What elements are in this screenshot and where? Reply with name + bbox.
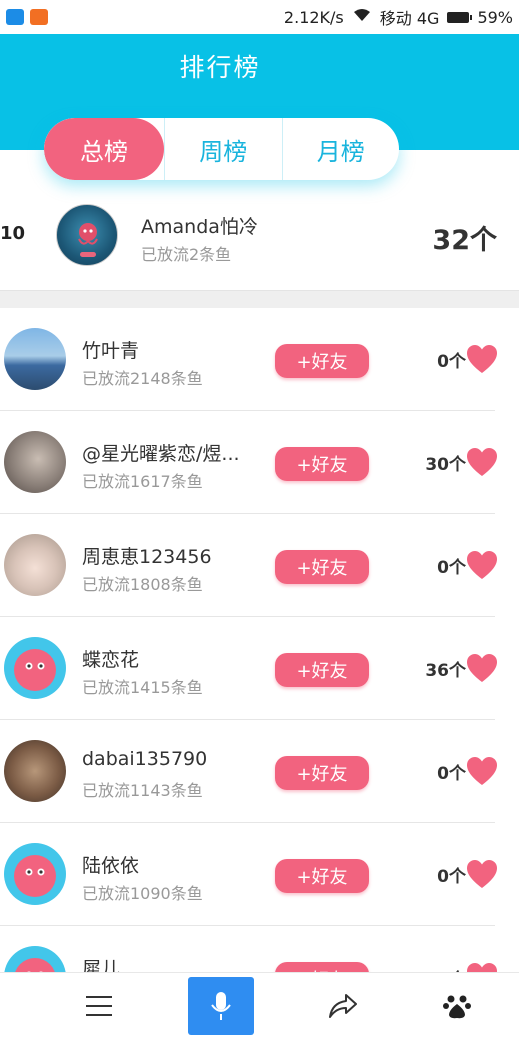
my-rank-number: 10 [0, 223, 26, 244]
user-name: dabai135790 [82, 748, 208, 770]
ranking-list: 竹叶青 已放流2148条鱼 +好友 0个 @星光曜紫恋/煜... 已放流1617… [0, 308, 519, 972]
status-bar: 2.12K/s 移动 4G 59% [0, 0, 519, 34]
list-item[interactable]: 竹叶青 已放流2148条鱼 +好友 0个 [0, 308, 498, 411]
list-item[interactable]: 周恵恵123456 已放流1808条鱼 +好友 0个 [0, 514, 498, 617]
add-friend-button[interactable]: +好友 [275, 653, 369, 687]
avatar[interactable] [4, 534, 66, 596]
my-like-count: 32个 [432, 225, 497, 256]
wifi-icon [352, 7, 372, 27]
release-count: 已放流1415条鱼 [82, 678, 203, 697]
add-friend-button[interactable]: +好友 [275, 756, 369, 790]
tab-weekly[interactable]: 周榜 [164, 118, 282, 180]
list-item[interactable]: @星光曜紫恋/煜... 已放流1617条鱼 +好友 30个 [0, 411, 498, 514]
like-counter[interactable]: 0个 [437, 344, 498, 374]
user-name: 陆依依 [82, 855, 140, 877]
avatar[interactable] [4, 946, 66, 972]
add-friend-button[interactable]: +好友 [275, 550, 369, 584]
status-right: 2.12K/s 移动 4G 59% [284, 5, 513, 29]
status-left [6, 9, 48, 25]
pink-blob-avatar-icon [15, 958, 55, 972]
share-button[interactable] [310, 977, 376, 1035]
heart-icon[interactable] [466, 550, 498, 580]
like-count: 0个 [437, 557, 466, 578]
my-name: Amanda怕冷 [141, 216, 258, 238]
network-speed: 2.12K/s [283, 7, 344, 27]
menu-icon [86, 996, 112, 1016]
add-friend-button[interactable]: +好友 [275, 962, 369, 972]
tab-monthly[interactable]: 月榜 [281, 118, 400, 180]
battery-level: 59% [477, 7, 513, 27]
my-rank-row: 10 Amanda怕冷 已放流2条鱼 32个 [0, 190, 519, 286]
bottom-nav [0, 972, 519, 1038]
page-title: 排行榜 [179, 53, 261, 82]
user-name: 竹叶青 [82, 340, 140, 362]
release-count: 已放流1808条鱼 [82, 575, 203, 594]
like-count: 0个 [437, 866, 466, 887]
ranking-tabs: 总榜 周榜 月榜 [44, 118, 399, 180]
list-item[interactable]: dabai135790 已放流1143条鱼 +好友 0个 [0, 720, 498, 823]
avatar[interactable] [4, 328, 66, 390]
heart-icon[interactable] [466, 756, 498, 786]
user-name: 犀儿 [82, 958, 121, 972]
user-name: 周恵恵123456 [82, 546, 212, 568]
like-counter[interactable]: 0个 [437, 859, 498, 889]
voice-button[interactable] [188, 977, 254, 1035]
like-count: 0个 [437, 351, 466, 372]
avatar[interactable] [4, 740, 66, 802]
baidu-button[interactable] [424, 977, 490, 1035]
release-count: 已放流1617条鱼 [82, 472, 203, 491]
heart-icon[interactable] [466, 962, 498, 972]
user-name: 蝶恋花 [82, 649, 140, 671]
heart-icon[interactable] [466, 344, 498, 374]
release-count: 已放流2148条鱼 [82, 369, 203, 388]
section-divider [0, 290, 519, 308]
tab-overall[interactable]: 总榜 [44, 118, 164, 180]
add-friend-button[interactable]: +好友 [275, 447, 369, 481]
heart-icon[interactable] [466, 653, 498, 683]
like-count: 0个 [437, 763, 466, 784]
add-friend-button[interactable]: +好友 [275, 344, 369, 378]
heart-icon[interactable] [466, 859, 498, 889]
user-name: @星光曜紫恋/煜... [82, 443, 240, 465]
like-count: 36个 [425, 660, 466, 681]
carrier-label: 移动 4G [379, 9, 440, 28]
battery-icon [447, 11, 473, 23]
like-count: 30个 [425, 454, 466, 475]
octopus-avatar-icon [78, 223, 98, 257]
heart-icon[interactable] [466, 447, 498, 477]
pink-blob-avatar-icon [14, 649, 56, 691]
avatar[interactable] [4, 637, 66, 699]
add-friend-button[interactable]: +好友 [275, 859, 369, 893]
like-count: 5个 [437, 965, 466, 973]
avatar[interactable] [56, 204, 118, 266]
list-item[interactable]: 犀儿 +好友 5个 [0, 926, 498, 972]
app-notification-icon-2 [30, 9, 48, 25]
list-item[interactable]: 蝶恋花 已放流1415条鱼 +好友 36个 [0, 617, 498, 720]
list-item[interactable]: 陆依依 已放流1090条鱼 +好友 0个 [0, 823, 498, 926]
share-icon [329, 994, 357, 1018]
release-count: 已放流1143条鱼 [82, 781, 203, 800]
like-counter[interactable]: 5个 [437, 962, 498, 972]
menu-button[interactable] [66, 977, 132, 1035]
baidu-paw-icon [443, 995, 471, 1019]
like-counter[interactable]: 36个 [425, 653, 498, 683]
avatar[interactable] [4, 843, 66, 905]
like-counter[interactable]: 0个 [437, 756, 498, 786]
app-notification-icon [6, 9, 24, 25]
like-counter[interactable]: 0个 [437, 550, 498, 580]
mic-icon [211, 992, 231, 1020]
avatar[interactable] [4, 431, 66, 493]
my-release-count: 已放流2条鱼 [141, 245, 232, 264]
like-counter[interactable]: 30个 [425, 447, 498, 477]
release-count: 已放流1090条鱼 [82, 884, 203, 903]
pink-blob-avatar-icon [14, 855, 56, 897]
